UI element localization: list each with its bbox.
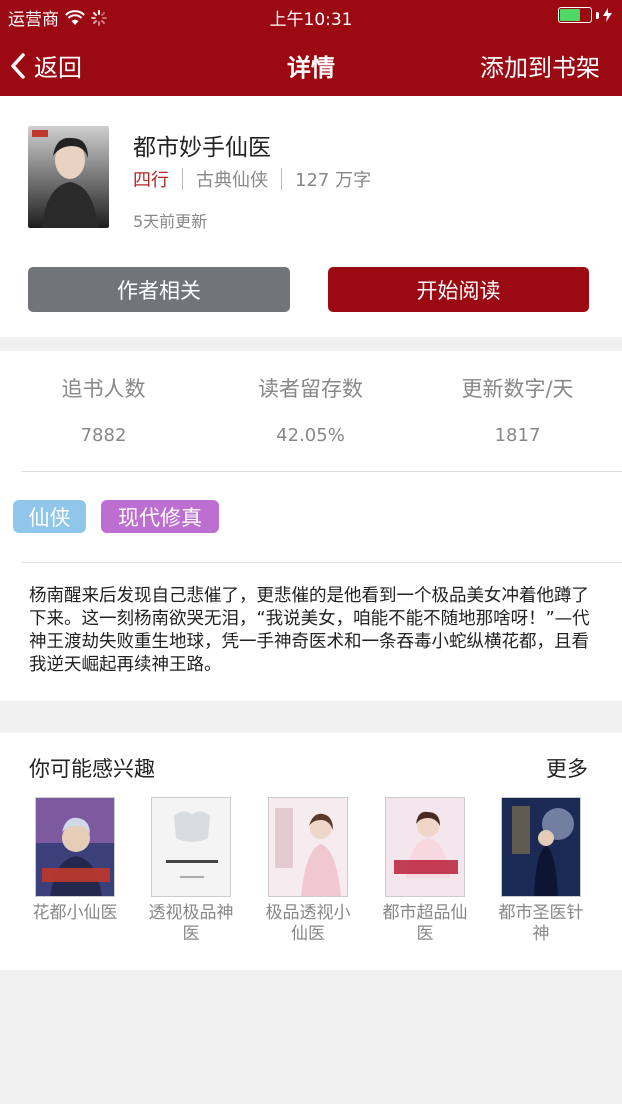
tag-modern-cultivation[interactable]: 现代修真 <box>101 500 219 533</box>
recommended-book-cover <box>151 797 231 897</box>
recommended-book-name: 花都小仙医 <box>32 903 118 923</box>
book-title: 都市妙手仙医 <box>133 135 271 161</box>
stat-label: 读者留存数 <box>258 377 363 401</box>
add-to-shelf-button[interactable]: 添加到书架 <box>480 48 600 83</box>
book-info-card: 都市妙手仙医 四行 古典仙侠 127 万字 5天前更新 作者相关 开始阅读 <box>0 96 622 337</box>
stat-value: 42.05% <box>276 425 345 446</box>
tag-xianxia[interactable]: 仙侠 <box>13 500 86 533</box>
section-divider <box>22 562 622 563</box>
meta-divider <box>281 168 282 190</box>
recommended-book-name: 都市超品仙医 <box>382 903 468 944</box>
book-stats-card: 追书人数 7882 读者留存数 42.05% 更新数字/天 1817 仙侠 现代… <box>0 351 622 701</box>
recommended-book[interactable]: 透视极品神医 <box>141 797 241 945</box>
author-link[interactable]: 四行 <box>133 166 169 192</box>
meta-divider <box>182 168 183 190</box>
recommended-book-cover <box>268 797 348 897</box>
recommended-book[interactable]: 都市圣医针神 <box>491 797 591 945</box>
recommended-book[interactable]: 都市超品仙医 <box>375 797 475 945</box>
section-divider <box>22 471 622 472</box>
book-genre: 古典仙侠 <box>196 170 268 191</box>
recommended-book[interactable]: 极品透视小仙医 <box>258 797 358 945</box>
author-related-button[interactable]: 作者相关 <box>28 267 290 312</box>
word-count: 127 万字 <box>295 170 372 191</box>
stat-label: 更新数字/天 <box>461 377 574 401</box>
recommended-book-name: 都市圣医针神 <box>498 903 584 944</box>
stat-followers: 追书人数 7882 <box>0 373 207 446</box>
status-bar: 运营商 上午10:31 <box>0 0 622 32</box>
status-time: 上午10:31 <box>269 10 353 30</box>
recommended-book-cover <box>385 797 465 897</box>
stat-label: 追书人数 <box>61 377 146 401</box>
recommended-book[interactable]: 花都小仙医 <box>25 797 125 924</box>
recommendations-title: 你可能感兴趣 <box>29 757 155 781</box>
recommended-book-name: 透视极品神医 <box>148 903 234 944</box>
recommendations-section: 你可能感兴趣 更多 花都小仙医 透视极品神医 极品透视小仙医 都市超品仙医 都市… <box>0 733 622 970</box>
stat-retention: 读者留存数 42.05% <box>207 373 414 446</box>
start-reading-button[interactable]: 开始阅读 <box>328 267 589 312</box>
book-description: 杨南醒来后发现自己悲催了，更悲催的是他看到一个极品美女冲着他蹲了下来。这一刻杨南… <box>29 586 590 675</box>
stat-value: 7882 <box>80 425 127 446</box>
stat-value: 1817 <box>494 425 541 446</box>
more-button[interactable]: 更多 <box>546 753 588 783</box>
stat-daily-words: 更新数字/天 1817 <box>414 373 621 446</box>
book-cover <box>28 126 109 228</box>
update-time: 5天前更新 <box>133 212 208 231</box>
recommended-book-cover <box>35 797 115 897</box>
battery-icon <box>558 7 612 23</box>
book-meta: 四行 古典仙侠 127 万字 <box>133 166 371 192</box>
recommended-book-name: 极品透视小仙医 <box>265 903 351 944</box>
navigation-bar: 返回 详情 添加到书架 <box>0 32 622 96</box>
charging-bolt-icon <box>603 8 612 22</box>
recommended-book-cover <box>501 797 581 897</box>
